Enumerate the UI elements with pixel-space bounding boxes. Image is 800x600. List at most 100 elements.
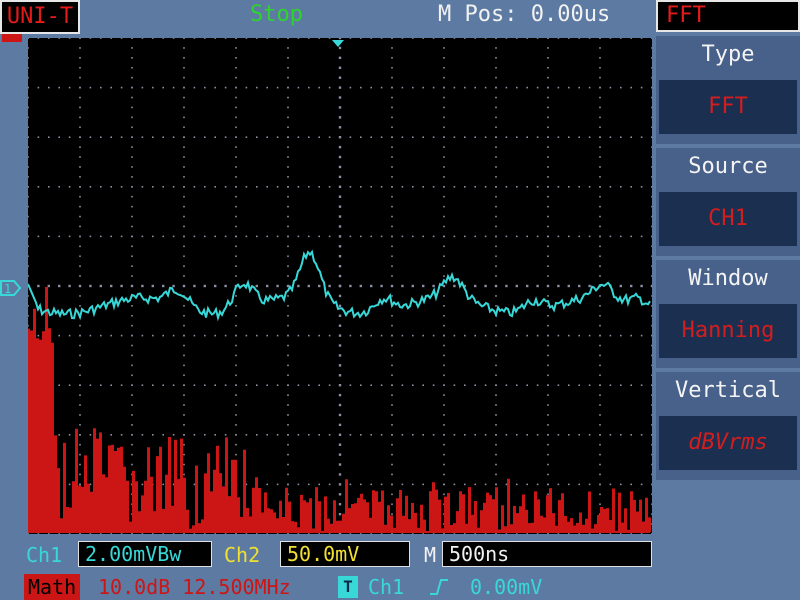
grid-dot: [609, 38, 612, 39]
grid-dot: [443, 126, 445, 129]
grid-dot: [131, 394, 133, 396]
brand-logo: UNI-T: [0, 0, 80, 34]
grid-dot: [183, 156, 185, 158]
grid-dot: [588, 136, 591, 138]
ch1-scale[interactable]: 2.00mVBw: [78, 541, 212, 567]
grid-dot: [370, 284, 373, 288]
grid-dot: [162, 186, 164, 188]
grid-dot: [338, 354, 342, 357]
menu-window-label: Window: [688, 266, 768, 291]
grid-dot: [391, 86, 393, 89]
grid-dot: [110, 334, 112, 337]
grid-dot: [484, 38, 487, 39]
grid-dot: [630, 533, 632, 534]
grid-dot: [37, 38, 40, 39]
grid-dot: [235, 116, 237, 119]
grid-dot: [474, 533, 476, 534]
grid-dot: [599, 295, 601, 297]
grid-dot: [100, 334, 102, 337]
grid-dot: [599, 245, 601, 248]
grid-dot: [183, 96, 185, 99]
grid-dot: [442, 284, 446, 288]
grid-dot: [276, 86, 279, 89]
grid-dot: [79, 305, 81, 307]
grid-dot: [287, 176, 289, 178]
grid-dot: [276, 235, 279, 238]
grid-dot: [183, 146, 185, 148]
grid-dot: [110, 235, 112, 238]
grid-dot: [505, 483, 508, 486]
waveform-svg: [28, 38, 652, 534]
grid-dot: [308, 434, 310, 436]
grid-dot: [474, 186, 476, 188]
grid-dot: [391, 354, 393, 357]
grid-dot: [28, 186, 29, 188]
grid-dot: [297, 533, 300, 534]
grid-dot: [453, 186, 456, 188]
grid-dot: [141, 533, 144, 534]
grid-dot: [370, 533, 372, 534]
ch2-scale[interactable]: 50.0mV: [280, 541, 410, 567]
grid-dot: [338, 274, 342, 278]
grid-dot: [79, 195, 81, 198]
grid-dot: [495, 76, 497, 79]
grid-dot: [443, 57, 445, 59]
menu-window[interactable]: Window Hanning: [656, 260, 800, 368]
grid-dot: [152, 384, 154, 386]
grid-dot: [651, 523, 652, 525]
grid-dot: [338, 116, 342, 119]
grid-dot: [360, 235, 362, 238]
timebase-scale[interactable]: 500ns: [442, 541, 652, 567]
grid-dot: [651, 463, 652, 466]
waveform-display[interactable]: [28, 38, 652, 534]
grid-dot: [453, 86, 456, 89]
grid-dot: [547, 205, 549, 208]
grid-dot: [443, 245, 445, 248]
grid-dot: [338, 106, 342, 109]
grid-dot: [536, 533, 539, 534]
grid-dot: [193, 284, 196, 288]
grid-dot: [526, 434, 528, 436]
grid-dot: [495, 86, 497, 89]
grid-dot: [99, 284, 102, 288]
grid-dot: [131, 57, 133, 59]
grid-dot: [516, 334, 518, 337]
grid-dot: [58, 136, 60, 138]
grid-dot: [651, 166, 652, 168]
grid-dot: [630, 38, 632, 39]
menu-type[interactable]: Type FFT: [656, 36, 800, 144]
grid-dot: [432, 384, 435, 386]
grid-dot: [120, 533, 123, 534]
grid-dot: [599, 235, 601, 238]
grid-dot: [536, 235, 539, 238]
grid-dot: [318, 235, 320, 238]
grid-dot: [547, 275, 549, 277]
grid-dot: [256, 434, 258, 436]
grid-dot: [432, 86, 435, 89]
grid-dot: [599, 533, 601, 534]
grid-dot: [391, 384, 393, 386]
grid-dot: [266, 235, 268, 238]
menu-source[interactable]: Source CH1: [656, 148, 800, 256]
grid-dot: [474, 434, 476, 436]
grid-dot: [495, 275, 497, 277]
grid-dot: [391, 334, 393, 337]
grid-dot: [235, 96, 237, 99]
grid-dot: [401, 434, 404, 436]
grid-dot: [443, 394, 445, 396]
grid-dot: [338, 245, 342, 248]
grid-dot: [214, 38, 216, 39]
math-info: 10.0dB 12.500MHz: [98, 575, 291, 599]
grid-dot: [495, 533, 497, 534]
grid-dot: [183, 533, 185, 534]
grid-dot: [287, 344, 289, 347]
menu-vertical[interactable]: Vertical dBVrms: [656, 372, 800, 480]
grid-dot: [287, 483, 289, 486]
grid-dot: [443, 166, 445, 168]
grid-dot: [620, 38, 622, 39]
grid-dot: [68, 483, 71, 486]
grid-dot: [443, 255, 445, 258]
grid-dot: [318, 533, 320, 534]
grid-dot: [183, 47, 185, 49]
grid-dot: [183, 334, 185, 337]
